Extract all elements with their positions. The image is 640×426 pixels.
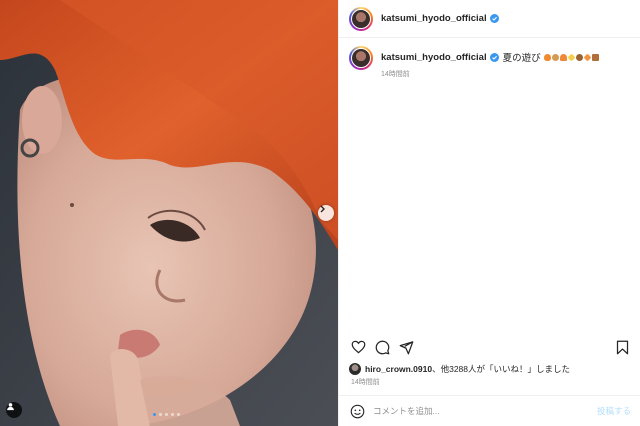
cookie-icon bbox=[551, 53, 559, 61]
caption-emojis bbox=[543, 53, 599, 61]
chevron-right-icon bbox=[320, 205, 325, 213]
liker-username[interactable]: hiro_crown.0910 bbox=[365, 364, 432, 374]
share-button[interactable] bbox=[397, 338, 415, 356]
caption: katsumi_hyodo_official 夏の遊び 14時間前 bbox=[339, 38, 640, 79]
verified-badge-icon bbox=[489, 52, 499, 62]
post-photo[interactable] bbox=[0, 0, 338, 426]
comment-input[interactable] bbox=[373, 406, 597, 416]
save-button[interactable] bbox=[613, 338, 631, 356]
next-slide-button[interactable] bbox=[318, 205, 334, 221]
carousel-dot bbox=[171, 413, 174, 416]
caption-text: 夏の遊び bbox=[502, 53, 541, 64]
carousel-dot bbox=[159, 413, 162, 416]
comment-icon bbox=[375, 340, 389, 354]
post-comment-button[interactable]: 投稿する bbox=[597, 405, 631, 417]
orange-diamond-icon bbox=[583, 53, 592, 61]
sparkles-icon bbox=[567, 53, 576, 61]
post-header: katsumi_hyodo_official bbox=[339, 0, 640, 38]
emoji-button[interactable] bbox=[349, 403, 365, 419]
brown-square-icon bbox=[591, 53, 599, 61]
brown-circle-icon bbox=[575, 53, 583, 61]
photo-illustration bbox=[0, 0, 338, 426]
avatar[interactable] bbox=[349, 6, 373, 31]
likes-summary: hiro_crown.0910 、他3288人が「いいね！」しました bbox=[349, 363, 570, 375]
share-icon bbox=[399, 340, 413, 354]
comment-button[interactable] bbox=[373, 338, 391, 356]
caption-time: 14時間前 bbox=[381, 71, 410, 78]
carousel-indicator bbox=[153, 413, 180, 416]
verified-badge-icon bbox=[489, 14, 499, 23]
post-timestamp[interactable]: 14時間前 bbox=[351, 377, 380, 387]
likes-count-text[interactable]: 、他3288人が「いいね！」しました bbox=[432, 363, 570, 375]
caption-username[interactable]: katsumi_hyodo_official bbox=[381, 52, 487, 63]
header-username[interactable]: katsumi_hyodo_official bbox=[381, 13, 487, 24]
user-icon bbox=[7, 403, 14, 411]
comment-composer: 投稿する bbox=[339, 395, 640, 426]
heart-icon bbox=[351, 340, 365, 354]
carousel-dot bbox=[153, 413, 156, 416]
orange-heart-icon bbox=[559, 53, 567, 61]
like-button[interactable] bbox=[349, 338, 367, 356]
fire-icon bbox=[543, 53, 551, 61]
post-detail-panel: katsumi_hyodo_official katsumi_hyodo_off… bbox=[338, 0, 640, 426]
tagged-users-button[interactable] bbox=[6, 402, 22, 418]
bookmark-icon bbox=[616, 340, 628, 354]
avatar[interactable] bbox=[349, 46, 373, 70]
carousel-dot bbox=[165, 413, 168, 416]
action-bar bbox=[349, 337, 631, 357]
smiley-icon bbox=[350, 404, 364, 418]
carousel-dot bbox=[177, 413, 180, 416]
avatar[interactable] bbox=[349, 363, 361, 375]
